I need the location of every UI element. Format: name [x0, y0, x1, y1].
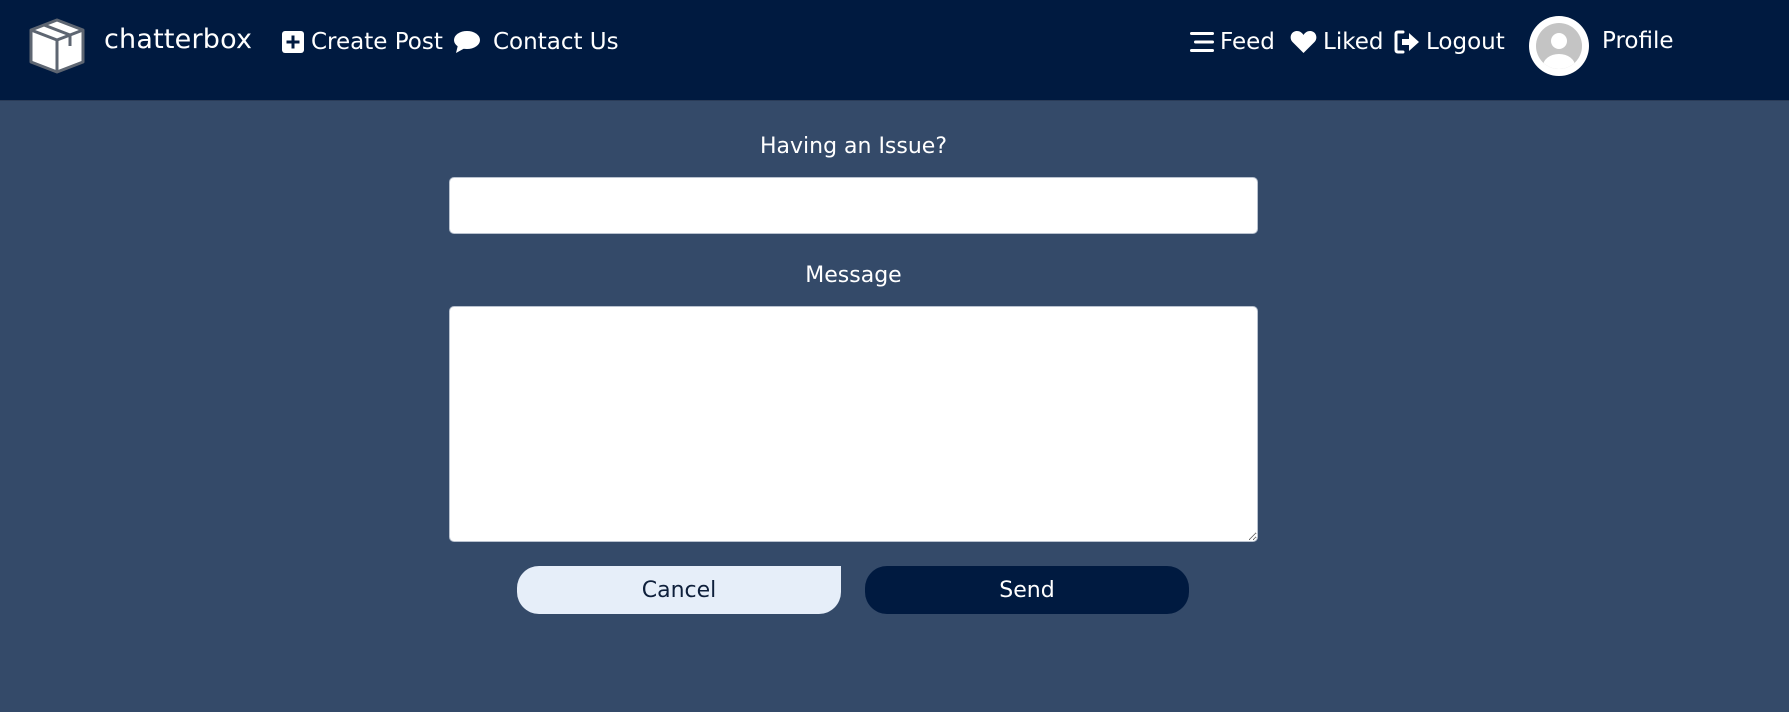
nav-contact-us[interactable]: Contact Us — [453, 29, 619, 55]
bars-icon — [1190, 32, 1214, 52]
plus-square-icon — [282, 31, 304, 53]
nav-logout[interactable]: Logout — [1394, 29, 1505, 55]
nav-create-post-label: Create Post — [311, 29, 443, 55]
message-textarea[interactable] — [449, 306, 1258, 542]
top-navbar: chatterbox Create Post Contact Us Feed L… — [0, 0, 1789, 101]
user-avatar-icon — [1536, 23, 1582, 69]
nav-logout-label: Logout — [1426, 29, 1505, 55]
nav-liked[interactable]: Liked — [1290, 29, 1383, 55]
comment-icon — [454, 31, 480, 53]
cancel-button[interactable]: Cancel — [517, 566, 841, 614]
nav-feed-label: Feed — [1220, 29, 1275, 55]
profile-label[interactable]: Profile — [1602, 28, 1674, 54]
nav-create-post[interactable]: Create Post — [281, 29, 443, 55]
nav-feed[interactable]: Feed — [1190, 29, 1275, 55]
nav-contact-us-label: Contact Us — [493, 29, 619, 55]
brand-name[interactable]: chatterbox — [104, 24, 252, 55]
heart-icon — [1290, 30, 1317, 53]
nav-liked-label: Liked — [1323, 29, 1384, 55]
issue-label: Having an Issue? — [759, 134, 948, 159]
message-label: Message — [805, 263, 902, 288]
profile-avatar[interactable] — [1529, 16, 1589, 76]
issue-input[interactable] — [449, 177, 1258, 234]
sign-out-icon — [1394, 30, 1419, 54]
send-button[interactable]: Send — [865, 566, 1189, 614]
box-logo-icon[interactable] — [27, 16, 87, 76]
